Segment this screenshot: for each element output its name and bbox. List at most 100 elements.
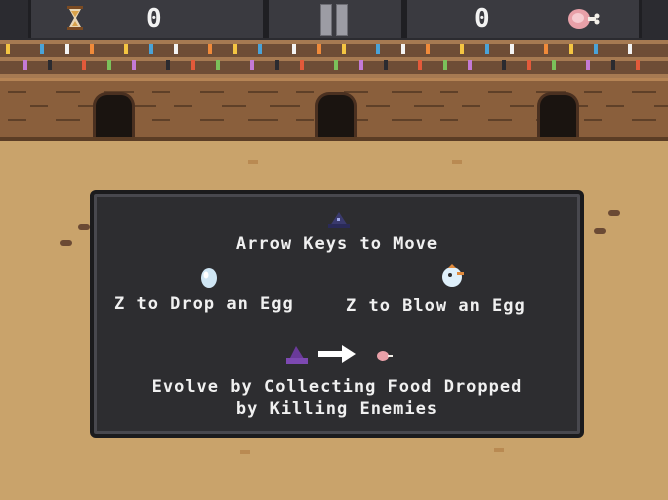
arena-gate (315, 92, 357, 137)
crowd-spectator (443, 60, 447, 70)
pause-icon (320, 4, 332, 36)
arena-stands (0, 40, 668, 78)
crowd-spectator (40, 44, 44, 54)
wall-brick-line (440, 119, 458, 121)
wall-brick-line (296, 119, 314, 121)
crowd-spectator (233, 44, 237, 54)
crowd-spectator (510, 44, 514, 54)
crowd-spectator (275, 60, 279, 70)
crowd-spectator (502, 60, 506, 70)
arena-gate (93, 92, 135, 137)
crowd-spectator (636, 60, 640, 70)
meat-icon (568, 9, 600, 29)
crowd-spectator (376, 44, 380, 54)
wizard-hat-icon (328, 212, 350, 228)
crowd-spectator (258, 44, 262, 54)
wall-brick-line (56, 91, 80, 93)
wall-brick-line (366, 105, 390, 107)
wall-brick-line (414, 105, 444, 107)
crowd-spectator (527, 60, 531, 70)
evolve-line-1: Evolve by Collecting Food Dropped (151, 377, 523, 397)
drop-egg-instruction: Z to Drop an Egg (114, 294, 294, 314)
crowd-spectator (552, 60, 556, 70)
wall-brick-line (462, 105, 480, 107)
crowd-spectator (82, 60, 86, 70)
wall-brick-line (152, 91, 170, 93)
crowd-spectator (300, 60, 304, 70)
evolve-arrow-icon (286, 345, 356, 364)
crowd-spectator (342, 44, 346, 54)
wall-brick-line (174, 105, 192, 107)
crowd-spectator (418, 60, 422, 70)
timer-value: 0 (146, 4, 162, 34)
beetle-enemy (608, 210, 620, 216)
wall-brick-line (296, 91, 314, 93)
wall-brick-line (510, 105, 534, 107)
evolve-line-2: by Killing Enemies (235, 399, 439, 419)
pause-button[interactable] (320, 4, 348, 36)
arena-gate (537, 92, 579, 137)
crowd-spectator (124, 44, 128, 54)
wall-brick-line (584, 91, 602, 93)
wall-brick-line (488, 119, 512, 121)
crowd-spectator (485, 44, 489, 54)
beetle-enemy (60, 240, 72, 246)
crowd-spectator (401, 44, 405, 54)
crowd-spectator (544, 44, 548, 54)
food-drop-icon (377, 351, 393, 361)
sand-pebble (452, 160, 462, 164)
wall-brick-line (488, 91, 512, 93)
stand-rail (0, 40, 668, 44)
wall-brick-line (440, 91, 458, 93)
wall-brick-line (200, 91, 224, 93)
wall-brick-line (248, 119, 278, 121)
crowd-spectator (586, 60, 590, 70)
move-instruction: Arrow Keys to Move (235, 234, 439, 254)
crowd-spectator (132, 60, 136, 70)
crowd-spectator (149, 44, 153, 54)
crowd-spectator (216, 60, 220, 70)
sand-pebble (494, 448, 504, 452)
crowd-spectator (334, 60, 338, 70)
crowd-spectator (48, 60, 52, 70)
instructions-panel: Arrow Keys to Move Z to Drop an Egg Z to… (90, 190, 584, 438)
crowd-spectator (292, 44, 296, 54)
crowd-spectator (628, 44, 632, 54)
wall-brick-line (222, 105, 246, 107)
crowd-spectator (23, 60, 27, 70)
wall-brick-line (584, 119, 602, 121)
crowd-spectator (611, 60, 615, 70)
wall-brick-line (632, 119, 656, 121)
crowd-spectator (208, 44, 212, 54)
wall-brick-line (8, 91, 26, 93)
wall-brick-line (392, 119, 422, 121)
wall-brick-line (248, 91, 278, 93)
blow-egg-instruction: Z to Blow an Egg (346, 296, 526, 316)
crowd-spectator (250, 60, 254, 70)
hud-bar: 0 0 (0, 0, 668, 42)
sand-pebble (240, 450, 250, 454)
beetle-enemy (594, 228, 606, 234)
pause-icon-bar (336, 4, 348, 36)
crowd-spectator (317, 44, 321, 54)
crowd-spectator (468, 60, 472, 70)
wall-brick-line (8, 119, 26, 121)
sand-pebble (248, 160, 258, 164)
wall-brick-line (654, 105, 668, 107)
crowd-spectator (65, 44, 69, 54)
wall-brick-line (632, 91, 656, 93)
hourglass-icon (67, 6, 83, 30)
crowd-spectator (569, 44, 573, 54)
crowd-spectator (107, 60, 111, 70)
egg-icon (201, 268, 217, 288)
wall-brick-line (152, 119, 170, 121)
food-counter-value: 0 (474, 4, 490, 34)
beetle-enemy (78, 224, 90, 230)
crowd-spectator (191, 60, 195, 70)
wall-brick-line (56, 119, 80, 121)
evolve-instruction: Evolve by Collecting Food Dropped by Kil… (94, 376, 580, 420)
crowd-spectator (426, 44, 430, 54)
blow-egg-icon (442, 264, 464, 287)
wall-brick-line (392, 91, 422, 93)
wall-brick-line (270, 105, 300, 107)
